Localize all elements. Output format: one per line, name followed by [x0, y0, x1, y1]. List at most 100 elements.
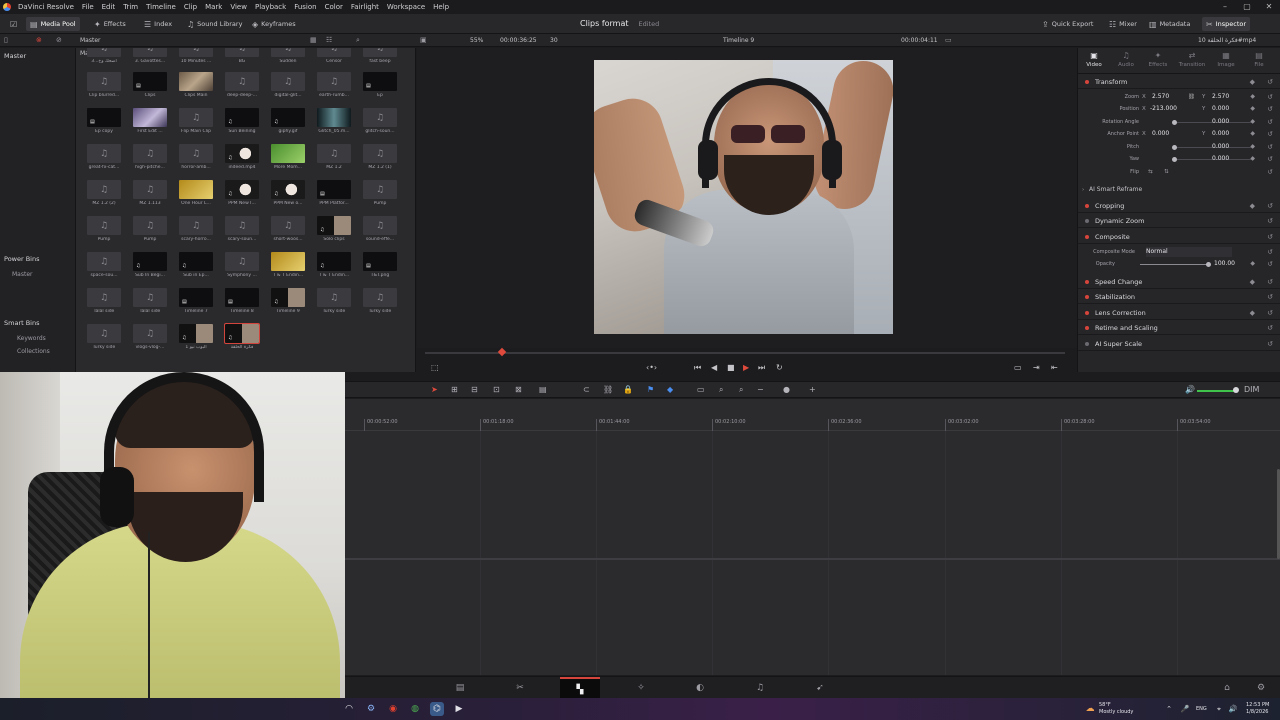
- media-pool-clip[interactable]: ♫ 10 Minutes ...: [177, 48, 217, 68]
- viewer-scrubber[interactable]: [425, 347, 1065, 357]
- panel-toggle-icon[interactable]: ☑: [6, 17, 21, 31]
- media-pool-clip[interactable]: More Mom...: [269, 144, 309, 174]
- menu-fusion[interactable]: Fusion: [290, 0, 320, 14]
- media-pool-clip[interactable]: Glitch_05.m...: [315, 108, 355, 138]
- quick-export-button[interactable]: ⇪ Quick Export: [1038, 17, 1097, 31]
- effects-button[interactable]: ✦ Effects: [90, 17, 130, 31]
- media-pool-clip[interactable]: ♫ Talal side: [85, 288, 125, 318]
- language-indicator[interactable]: ENG: [1196, 706, 1207, 712]
- link-icon[interactable]: ⛓: [1188, 91, 1195, 103]
- media-pool-clip[interactable]: ♫ great-fx-cat...: [85, 144, 125, 174]
- keyframe-diamond-icon[interactable]: ◆: [1250, 75, 1255, 89]
- media-pool-clip[interactable]: Clips Main: [177, 72, 217, 102]
- speaker-icon[interactable]: 🔊: [1185, 382, 1195, 398]
- menu-trim[interactable]: Trim: [119, 0, 142, 14]
- mixer-button[interactable]: ☷ Mixer: [1105, 17, 1141, 31]
- enable-dot-icon[interactable]: [1085, 235, 1089, 239]
- menu-playback[interactable]: Playback: [251, 0, 290, 14]
- search-icon[interactable]: ⌕: [356, 34, 360, 47]
- timeline-ruler[interactable]: 00:00:52:00 00:01:18:00 00:01:44:00 00:0…: [345, 419, 1280, 431]
- index-button[interactable]: ☰ Index: [140, 17, 176, 31]
- reset-icon[interactable]: ↺: [1267, 337, 1273, 351]
- fusion-page-icon[interactable]: ✧: [621, 677, 661, 699]
- timeline-viewer[interactable]: [417, 48, 1077, 348]
- section-retime-scaling[interactable]: Retime and Scaling ↺: [1078, 321, 1280, 335]
- keyframe-diamond-icon[interactable]: ◆: [1250, 116, 1255, 128]
- enable-dot-icon[interactable]: [1085, 204, 1089, 208]
- match-frame-icon[interactable]: ▭: [1014, 361, 1022, 375]
- media-pool-clip[interactable]: ♫ Sub in Ep...: [177, 252, 217, 282]
- reset-icon[interactable]: ↺: [1268, 116, 1273, 128]
- media-pool-clip[interactable]: ▤ Clips: [131, 72, 171, 102]
- opacity-field[interactable]: 100.00: [1214, 259, 1244, 269]
- media-pool-clip[interactable]: ▤ Timeline 8: [223, 288, 263, 318]
- media-pool-clip[interactable]: ▤ PPM Platfor...: [315, 180, 355, 210]
- stop-icon[interactable]: ■: [727, 361, 735, 375]
- media-pool-clip[interactable]: ♫ T & T Endin...: [315, 252, 355, 282]
- smart-bin-keywords[interactable]: Keywords: [17, 335, 46, 342]
- color-page-icon[interactable]: ◐: [680, 677, 720, 699]
- media-pool-clip[interactable]: ♫ MZ 1.2 (1): [361, 144, 401, 174]
- media-pool-clip[interactable]: ♫ scary-horro...: [177, 216, 217, 246]
- media-pool-clip[interactable]: ♫ earth-rumb...: [315, 72, 355, 102]
- master-bin[interactable]: Master: [4, 52, 26, 60]
- media-pool-clip[interactable]: ♫ space-sou...: [85, 252, 125, 282]
- minimize-icon[interactable]: –: [1214, 0, 1236, 14]
- maximize-icon[interactable]: ▢: [1236, 0, 1258, 14]
- keyframe-diamond-icon[interactable]: ◆: [1250, 306, 1255, 320]
- media-pool-clip[interactable]: ♫ Talal side: [131, 288, 171, 318]
- media-pool-clip[interactable]: ♫ Pump: [131, 216, 171, 246]
- chrome-icon[interactable]: ◍: [408, 702, 422, 716]
- reset-icon[interactable]: ↺: [1268, 103, 1273, 115]
- zoom-slider-knob[interactable]: ●: [783, 382, 790, 398]
- microphone-tray-icon[interactable]: 🎤: [1178, 702, 1192, 716]
- media-pool-clip[interactable]: ♫ Sun Beining: [223, 108, 263, 138]
- reset-icon[interactable]: ↺: [1267, 230, 1273, 244]
- menu-color[interactable]: Color: [321, 0, 347, 14]
- sound-library-button[interactable]: ♫ Sound Library: [183, 17, 246, 31]
- media-pool-clip[interactable]: ♫ Timeline 9: [269, 288, 309, 318]
- reset-icon[interactable]: ↺: [1267, 306, 1273, 320]
- anchor-y-field[interactable]: 0.000: [1212, 129, 1242, 139]
- tab-audio[interactable]: ♫ Audio: [1110, 51, 1142, 68]
- section-transform[interactable]: Transform ◆ ↺: [1078, 75, 1280, 89]
- enable-dot-icon[interactable]: [1085, 311, 1089, 315]
- home-icon[interactable]: ⌂: [1217, 677, 1237, 699]
- media-player-icon[interactable]: ▶: [452, 702, 466, 716]
- viewer-layout-icon[interactable]: ▣: [420, 34, 427, 47]
- keyframe-diamond-icon[interactable]: ◆: [1250, 128, 1255, 140]
- media-pool-clip[interactable]: ♫ Sub In Begi...: [131, 252, 171, 282]
- clock-time[interactable]: 12:53 PM: [1246, 702, 1269, 708]
- section-dynamic-zoom[interactable]: Dynamic Zoom ↺: [1078, 214, 1280, 228]
- position-x-field[interactable]: -213.000: [1150, 104, 1180, 114]
- close-icon[interactable]: ✕: [1258, 0, 1280, 14]
- section-lens-correction[interactable]: Lens Correction ◆ ↺: [1078, 306, 1280, 320]
- section-composite[interactable]: Composite ↺: [1078, 230, 1280, 244]
- linked-selection-icon[interactable]: ⛓: [603, 382, 613, 398]
- zoom-full-icon[interactable]: ▭: [697, 382, 705, 398]
- media-pool-clip[interactable]: ♫ MZ 1.113: [131, 180, 171, 210]
- record-icon[interactable]: ⊗: [36, 34, 42, 47]
- menu-mark[interactable]: Mark: [201, 0, 226, 14]
- timeline[interactable]: 00:00:52:00 00:01:18:00 00:01:44:00 00:0…: [345, 399, 1280, 675]
- tab-video[interactable]: ▣ Video: [1078, 51, 1110, 68]
- master-volume-slider[interactable]: [1197, 390, 1235, 392]
- media-pool-clip[interactable]: ♫ horror-amb...: [177, 144, 217, 174]
- yaw-slider[interactable]: [1172, 157, 1177, 162]
- reset-icon[interactable]: ↺: [1267, 214, 1273, 228]
- play-icon[interactable]: ▶: [743, 361, 749, 375]
- media-pool-clip[interactable]: ♫ اضحك وخ...3: [85, 48, 125, 68]
- snapping-icon[interactable]: ⊂: [583, 382, 590, 398]
- media-pool-clip[interactable]: ♫ indeed.mp4: [223, 144, 263, 174]
- enable-dot-icon[interactable]: [1085, 219, 1089, 223]
- clock-date[interactable]: 1/8/2026: [1246, 709, 1268, 715]
- media-pool-clip[interactable]: ♫ PPM New I...: [223, 180, 263, 210]
- selection-tool-icon[interactable]: ➤: [431, 382, 438, 398]
- media-page-icon[interactable]: ▤: [440, 677, 480, 699]
- reset-icon[interactable]: ↺: [1268, 246, 1273, 258]
- media-pool-clip[interactable]: ♫ glitch-soun...: [361, 108, 401, 138]
- media-pool-clip[interactable]: ▤ T&T.png: [361, 252, 401, 282]
- media-pool-clip[interactable]: ♫ Turky side: [85, 324, 125, 354]
- reset-icon[interactable]: ↺: [1268, 153, 1273, 165]
- media-pool-clip[interactable]: T & T Endin...: [269, 252, 309, 282]
